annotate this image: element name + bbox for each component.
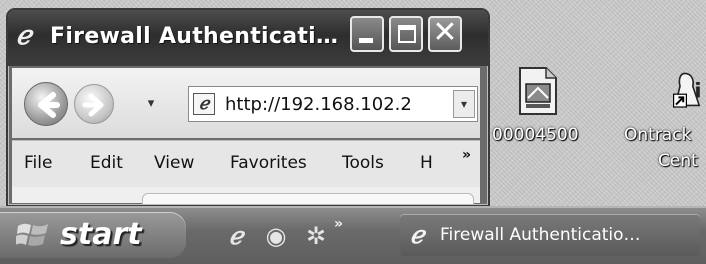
menu-tools[interactable]: Tools (342, 153, 384, 173)
desktop-icon-label: Ontrack Cent (624, 125, 698, 171)
address-dropdown-button[interactable]: ▾ (453, 90, 475, 118)
window-title: Firewall Authenticati… (50, 24, 339, 49)
menu-help[interactable]: H (420, 153, 433, 173)
forward-button[interactable] (74, 84, 114, 124)
browser-window[interactable]: ℯ Firewall Authenticati… ✕ ▾ ℯ http://19… (6, 8, 490, 207)
menu-favorites[interactable]: Favorites (230, 153, 307, 173)
taskbar-window-button[interactable]: ℯ Firewall Authenticatio… (400, 214, 700, 256)
menu-file[interactable]: File (24, 153, 52, 173)
tab-strip (142, 193, 474, 204)
taskbar-window-label: Firewall Authenticatio… (440, 225, 641, 245)
menu-view[interactable]: View (154, 153, 194, 173)
start-label: start (60, 217, 142, 252)
browser-content-edge (12, 187, 480, 204)
quick-launch-overflow-icon[interactable]: » (334, 216, 343, 232)
document-icon (519, 67, 557, 115)
desktop: 00004500 i Ontrack Cent ℯ Firewall Authe… (0, 0, 706, 207)
back-arrow-icon (38, 92, 60, 118)
ie-icon[interactable]: ℯ (222, 222, 250, 250)
address-url[interactable]: http://192.168.102.2 (225, 93, 443, 117)
desktop-icon-label: 00004500 (492, 125, 579, 145)
page-icon: ℯ (193, 93, 215, 115)
address-bar[interactable]: ℯ http://192.168.102.2 ▾ (188, 86, 478, 122)
ie-icon: ℯ (16, 21, 32, 51)
minimize-button[interactable] (350, 16, 384, 52)
menu-bar: File Edit View Favorites Tools H » (12, 140, 480, 187)
history-dropdown-button[interactable]: ▾ (144, 94, 158, 114)
close-button[interactable]: ✕ (428, 15, 462, 52)
menu-overflow-icon[interactable]: » (462, 147, 471, 163)
windows-logo-icon (16, 223, 48, 246)
title-bar[interactable]: ℯ Firewall Authenticati… ✕ (8, 10, 488, 66)
menu-edit[interactable]: Edit (90, 153, 123, 173)
media-icon[interactable]: ◉ (262, 222, 290, 250)
tool-icon[interactable]: ✲ (302, 222, 330, 250)
taskbar: start ℯ ◉ ✲ » ℯ Firewall Authenticatio… (0, 206, 706, 264)
start-button[interactable]: start (0, 212, 186, 258)
forward-arrow-icon (82, 93, 104, 117)
shortcut-app-icon: i (673, 72, 702, 108)
navigation-bar: ▾ ℯ http://192.168.102.2 ▾ (12, 68, 480, 138)
svg-text:i: i (694, 78, 701, 102)
maximize-button[interactable] (389, 16, 423, 52)
ie-icon: ℯ (410, 220, 425, 249)
close-icon: ✕ (432, 15, 458, 50)
back-button[interactable] (24, 82, 68, 126)
